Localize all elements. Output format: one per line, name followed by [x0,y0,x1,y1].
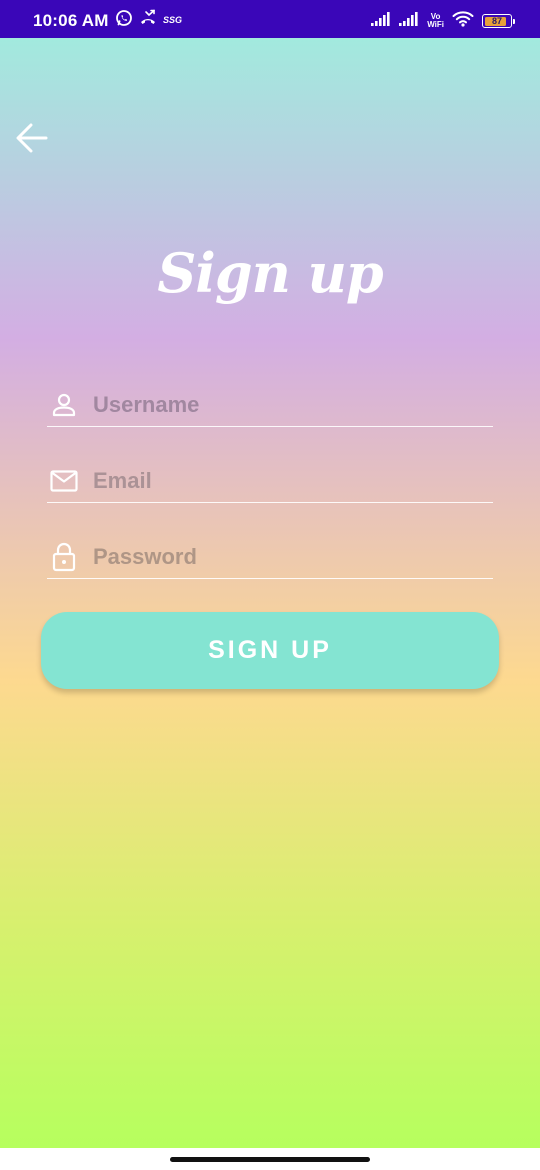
home-indicator[interactable] [170,1157,370,1162]
lock-icon [49,542,79,572]
mail-icon [49,466,79,496]
vowifi-indicator: Vo WiFi [427,13,444,29]
username-input[interactable] [93,388,483,422]
vowifi-bottom: WiFi [427,20,444,29]
status-carrier-tag: SSG [163,15,183,25]
arrow-left-icon [14,120,50,161]
signal-icon [399,11,419,32]
status-right-icons: Vo WiFi 87 [371,10,515,32]
status-bar: 10:06 AM SSG Vo WiFi 87 [0,0,540,38]
email-field [47,460,493,503]
email-input[interactable] [93,464,483,498]
wifi-icon [452,10,474,32]
status-left-icons: SSG [115,9,183,32]
person-icon [49,390,79,420]
battery-tip [513,19,515,24]
password-input[interactable] [93,540,483,574]
sign-up-button[interactable]: SIGN UP [41,612,499,689]
signal-icon [371,11,391,32]
page-title: Sign up [157,241,383,305]
back-button[interactable] [12,120,52,160]
status-time: 10:06 AM [33,11,109,30]
battery-icon: 87 [482,14,515,28]
username-field [47,384,493,427]
password-field [47,536,493,579]
missed-call-icon [139,9,157,32]
whatsapp-icon [115,9,133,32]
navigation-bar [0,1148,540,1170]
signup-content: Sign up Username Email SIGN UP [0,38,540,1148]
battery-level: 87 [491,16,502,26]
signup-screen: 10:06 AM SSG Vo WiFi 87 Sign up Username… [0,0,540,1170]
